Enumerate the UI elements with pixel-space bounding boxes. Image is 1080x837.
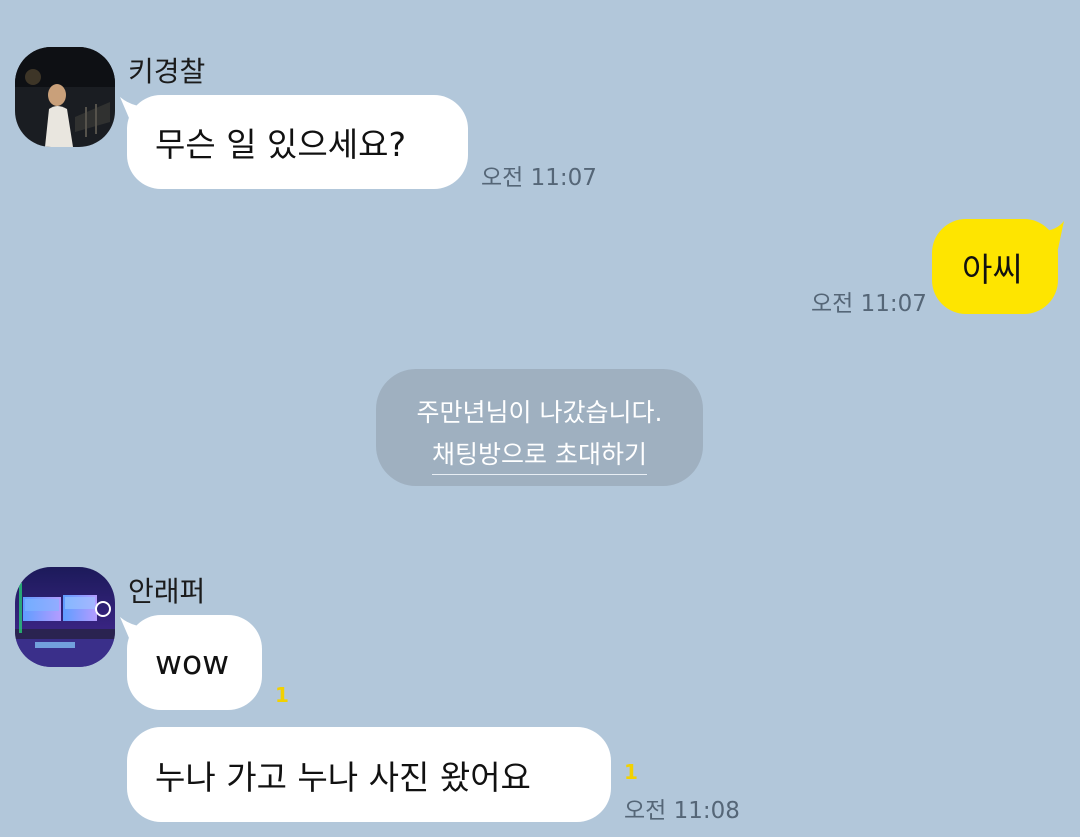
message-text: 누나 가고 누나 사진 왔어요 <box>155 757 531 797</box>
message-time: 오전 11:08 <box>624 798 740 824</box>
message-bubble[interactable]: wow <box>127 615 262 710</box>
night-portrait-image <box>15 47 115 147</box>
notice-text: 주만년님이 나갔습니다. <box>416 398 663 427</box>
system-notice: 주만년님이 나갔습니다. 채팅방으로 초대하기 <box>376 369 703 486</box>
unread-count: 1 <box>624 760 638 784</box>
sender-name: 키경찰 <box>128 55 206 88</box>
gaming-setup-image <box>15 567 115 667</box>
message-text: 아씨 <box>962 249 1023 289</box>
bubble-tail <box>1042 221 1064 249</box>
message-text: wow <box>155 643 230 682</box>
message-bubble[interactable]: 무슨 일 있으세요? <box>127 95 468 189</box>
sender-name: 안래퍼 <box>128 575 206 608</box>
message-time: 오전 11:07 <box>811 291 927 317</box>
avatar-kikyungchal[interactable] <box>15 47 115 147</box>
my-message-bubble[interactable]: 아씨 <box>932 219 1058 314</box>
avatar-anrapper[interactable] <box>15 567 115 667</box>
unread-count: 1 <box>275 683 289 707</box>
invite-link-label[interactable]: 채팅방으로 초대하기 <box>432 435 647 475</box>
message-time: 오전 11:07 <box>481 165 597 191</box>
message-bubble[interactable]: 누나 가고 누나 사진 왔어요 <box>127 727 611 822</box>
invite-link[interactable]: 채팅방으로 초대하기 <box>376 435 703 475</box>
message-text: 무슨 일 있으세요? <box>155 125 407 164</box>
